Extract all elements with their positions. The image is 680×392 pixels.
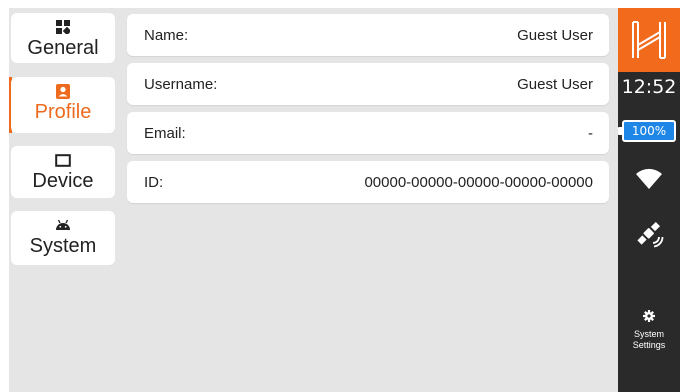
android-icon xyxy=(55,217,71,233)
logo-icon xyxy=(632,21,666,59)
brand-logo xyxy=(618,8,680,72)
system-settings-label-line2: Settings xyxy=(632,340,666,350)
row-label: Email: xyxy=(144,124,186,142)
screen-icon xyxy=(55,152,71,168)
nav-item-label: System xyxy=(29,235,97,257)
clock: 12:52 xyxy=(621,76,677,98)
nav-item-label: Profile xyxy=(34,101,92,123)
satellite-icon xyxy=(618,219,680,249)
row-value: Guest User xyxy=(517,75,593,93)
row-value: - xyxy=(588,124,593,142)
grid-icon xyxy=(56,19,70,35)
system-settings-label-line1: System xyxy=(633,329,664,339)
row-value: 00000-00000-00000-00000-00000 xyxy=(364,173,593,191)
row-label: Name: xyxy=(144,26,189,44)
nav-item-device[interactable]: Device xyxy=(11,146,115,198)
profile-row-id: ID: 00000-00000-00000-00000-00000 xyxy=(127,161,609,203)
nav-item-profile[interactable]: Profile xyxy=(11,77,115,133)
battery-indicator: 100% xyxy=(622,120,676,142)
person-badge-icon xyxy=(56,83,70,99)
system-settings-button[interactable]: System Settings xyxy=(618,309,680,351)
nav-item-general[interactable]: General xyxy=(11,13,115,63)
gear-icon xyxy=(643,309,655,327)
nav-item-label: Device xyxy=(32,170,94,192)
profile-row-name: Name: Guest User xyxy=(127,14,609,56)
profile-row-username: Username: Guest User xyxy=(127,63,609,105)
row-value: Guest User xyxy=(517,26,593,44)
profile-row-email: Email: - xyxy=(127,112,609,154)
wifi-icon xyxy=(618,168,680,190)
nav-item-system[interactable]: System xyxy=(11,211,115,265)
nav-item-label: General xyxy=(27,37,99,59)
row-label: Username: xyxy=(144,75,218,93)
row-label: ID: xyxy=(144,173,164,191)
